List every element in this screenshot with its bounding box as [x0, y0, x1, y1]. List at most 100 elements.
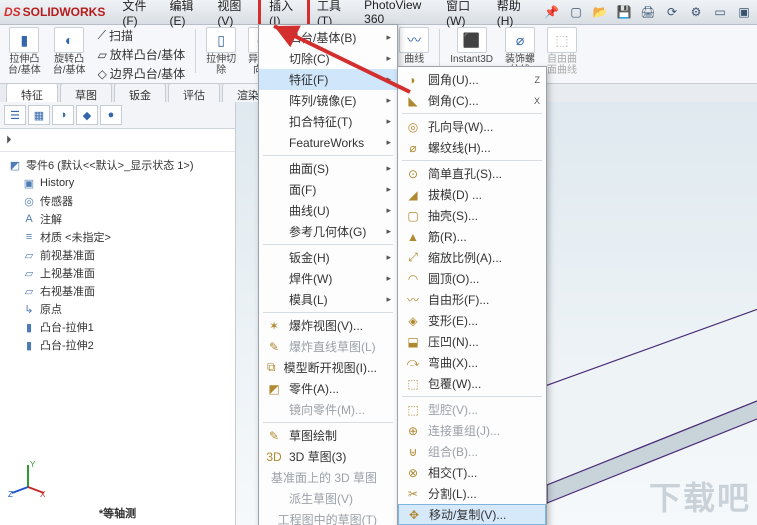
new-icon[interactable]: ▢	[567, 3, 585, 21]
tree-front-plane[interactable]: ▱前视基准面	[2, 246, 233, 264]
mi-boss-base[interactable]: 凸台/基体(B)▸	[259, 27, 397, 48]
ribbon-extruded-cut[interactable]: ▯拉伸切 除	[206, 27, 236, 76]
menu-window[interactable]: 窗口(W)	[439, 0, 490, 30]
ribbon-boundary[interactable]: ◇边界凸台/基体	[98, 65, 186, 82]
mi-chamfer[interactable]: ◣倒角(C)...X	[398, 90, 546, 111]
pin-icon[interactable]: 📌	[544, 5, 559, 19]
mi-face[interactable]: 面(F)▸	[259, 179, 397, 200]
sketch3d-icon: 3D	[265, 449, 283, 465]
tree-feat2[interactable]: ▮凸台-拉伸2	[2, 336, 233, 354]
tree-right-plane[interactable]: ▱右视基准面	[2, 282, 233, 300]
select-icon[interactable]: ▭	[711, 3, 729, 21]
mi-curve[interactable]: 曲线(U)▸	[259, 200, 397, 221]
deform-icon: ◈	[404, 313, 422, 329]
watermark: 下载吧	[649, 473, 751, 519]
mi-scale[interactable]: ⤢缩放比例(A)...	[398, 247, 546, 268]
ribbon-freeform[interactable]: ⬚自由曲 面曲线	[547, 27, 577, 76]
plane-icon: ▱	[22, 266, 36, 280]
mi-intersect[interactable]: ⊗相交(T)...	[398, 462, 546, 483]
indent-icon: ⬓	[404, 334, 422, 350]
print-icon[interactable]: 🖨	[639, 3, 657, 21]
mi-rib[interactable]: ▲筋(R)...	[398, 226, 546, 247]
mi-breakview[interactable]: ⧉模型断开视图(I)...	[259, 357, 397, 378]
mi-exploded[interactable]: ✶爆炸视图(V)...	[259, 315, 397, 336]
mi-freeform[interactable]: 〰自由形(F)...	[398, 289, 546, 310]
mi-hole-wizard[interactable]: ◎孔向导(W)...	[398, 116, 546, 137]
left-pane-tabs: ☰ ▦ ◑ ◆ ●	[0, 102, 235, 129]
boundary-icon: ◇	[98, 67, 107, 81]
extrude-icon: ▮	[22, 320, 36, 334]
mi-sketch[interactable]: ✎草图绘制	[259, 425, 397, 446]
mi-shell[interactable]: ▢抽壳(S)...	[398, 205, 546, 226]
tree-feat1[interactable]: ▮凸台-拉伸1	[2, 318, 233, 336]
ribbon-sweep[interactable]: ⟋扫描	[98, 27, 186, 44]
mi-features[interactable]: 特征(F)▸	[259, 69, 397, 90]
fm-tab-tree[interactable]: ☰	[4, 105, 26, 125]
options-icon[interactable]: ⚙	[687, 3, 705, 21]
mi-move-copy[interactable]: ✥移动/复制(V)...	[398, 504, 546, 525]
mi-cavity: ⬚型腔(V)...	[398, 399, 546, 420]
dome-icon: ◠	[404, 271, 422, 287]
mi-simple-hole[interactable]: ⊙简单直孔(S)...	[398, 163, 546, 184]
fm-tab-render[interactable]: ●	[100, 105, 122, 125]
mi-surface[interactable]: 曲面(S)▸	[259, 158, 397, 179]
fm-tab-config[interactable]: ◑	[52, 105, 74, 125]
mi-deform[interactable]: ◈变形(E)...	[398, 310, 546, 331]
mi-weldments[interactable]: 焊件(W)▸	[259, 268, 397, 289]
mi-pattern[interactable]: 阵列/镜像(E)▸	[259, 90, 397, 111]
ribbon-extrude[interactable]: ▮拉伸凸 台/基体	[8, 27, 41, 76]
mi-refgeom[interactable]: 参考几何体(G)▸	[259, 221, 397, 242]
tree-top-plane[interactable]: ▱上视基准面	[2, 264, 233, 282]
mi-fillet[interactable]: ◗圆角(U)...Z	[398, 69, 546, 90]
tree-annotations[interactable]: A注解	[2, 210, 233, 228]
fm-tab-prop[interactable]: ▦	[28, 105, 50, 125]
hole-wizard-icon: ◎	[404, 119, 422, 135]
mi-sheetmetal[interactable]: 钣金(H)▸	[259, 247, 397, 268]
rebuild-icon[interactable]: ⟳	[663, 3, 681, 21]
menu-edit[interactable]: 编辑(E)	[163, 0, 211, 30]
tree-origin[interactable]: ↳原点	[2, 300, 233, 318]
fillet-icon: ◗	[404, 72, 422, 88]
save-icon[interactable]: 💾	[615, 3, 633, 21]
appearance-icon[interactable]: ▣	[735, 3, 753, 21]
mi-thread[interactable]: ⌀螺纹线(H)...	[398, 137, 546, 158]
mi-sketch-plane: 基准面上的 3D 草图	[259, 467, 397, 488]
mi-dome[interactable]: ◠圆顶(O)...	[398, 268, 546, 289]
material-icon: ≡	[22, 230, 36, 244]
mi-wrap[interactable]: ⬚包覆(W)...	[398, 373, 546, 394]
mi-part[interactable]: ◩零件(A)...	[259, 378, 397, 399]
mi-fastening[interactable]: 扣合特征(T)▸	[259, 111, 397, 132]
fm-tab-dim[interactable]: ◆	[76, 105, 98, 125]
rib-icon: ▲	[404, 229, 422, 245]
mi-sketch3d[interactable]: 3D3D 草图(3)	[259, 446, 397, 467]
tree-sensors[interactable]: ◎传感器	[2, 192, 233, 210]
ribbon-revolve[interactable]: ◐旋转凸 台/基体	[53, 27, 86, 76]
mi-join: ⊕连接重组(J)...	[398, 420, 546, 441]
menu-file[interactable]: 文件(F)	[115, 0, 162, 30]
ribbon-instant3d[interactable]: ⬛Instant3D	[450, 27, 493, 65]
mi-flex[interactable]: ⤼弯曲(X)...	[398, 352, 546, 373]
feature-tree[interactable]: ◩零件6 (默认<<默认>_显示状态 1>) ▣History ◎传感器 A注解…	[0, 152, 235, 449]
intersect-icon: ⊗	[404, 465, 422, 481]
mi-cut[interactable]: 切除(C)▸	[259, 48, 397, 69]
tree-material[interactable]: ≡材质 <未指定>	[2, 228, 233, 246]
mi-featureworks[interactable]: FeatureWorks▸	[259, 132, 397, 153]
mi-mold[interactable]: 模具(L)▸	[259, 289, 397, 310]
mi-draft[interactable]: ◢拔模(D) ...	[398, 184, 546, 205]
ribbon-loft[interactable]: ▱放样凸台/基体	[98, 46, 186, 63]
loft-icon: ▱	[98, 48, 107, 62]
extrude-icon: ▮	[9, 27, 39, 53]
mi-sketch-drawing: 工程图中的草图(T)	[259, 509, 397, 525]
thread-icon: ⌀	[404, 140, 422, 156]
menu-view[interactable]: 视图(V)	[210, 0, 258, 30]
mi-split[interactable]: ✂分割(L)...	[398, 483, 546, 504]
features-submenu: ◗圆角(U)...Z ◣倒角(C)...X ◎孔向导(W)... ⌀螺纹线(H)…	[397, 66, 547, 525]
tree-root[interactable]: ◩零件6 (默认<<默认>_显示状态 1>)	[2, 156, 233, 174]
mi-indent[interactable]: ⬓压凹(N)...	[398, 331, 546, 352]
ribbon-curve[interactable]: 〰曲线	[399, 27, 429, 65]
origin-icon: ↳	[22, 302, 36, 316]
open-icon[interactable]: 📂	[591, 3, 609, 21]
menu-help[interactable]: 帮助(H)	[490, 0, 538, 30]
tree-history[interactable]: ▣History	[2, 174, 233, 192]
annotation-icon: A	[22, 212, 36, 226]
